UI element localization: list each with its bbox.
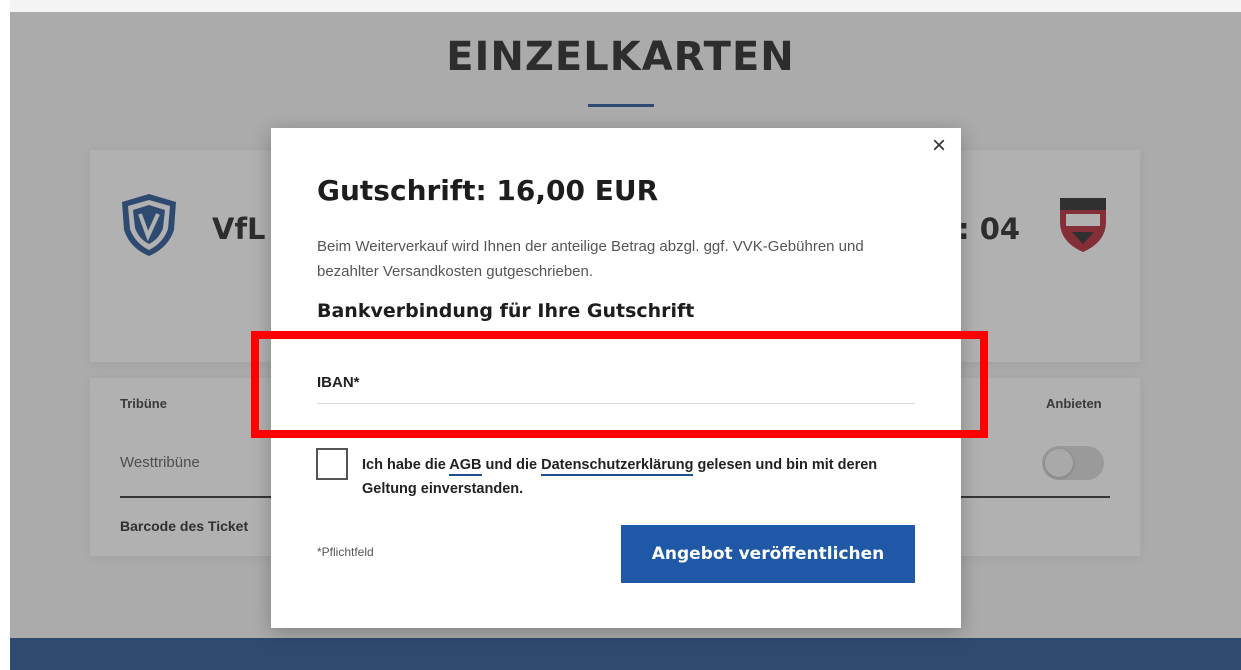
close-icon[interactable]: × (928, 132, 950, 160)
agb-link[interactable]: AGB (449, 457, 482, 476)
agree-text: Ich habe die AGB und die Datenschutzerkl… (362, 453, 922, 501)
iban-label: IBAN* (317, 374, 360, 391)
publish-offer-button[interactable]: Angebot veröffentlichen (621, 525, 915, 583)
agree-text-part-1: Ich habe die (362, 457, 450, 473)
modal-title: Gutschrift: 16,00 EUR (317, 174, 659, 207)
left-edge (0, 0, 10, 670)
required-field-note: *Pflichtfeld (317, 545, 374, 559)
modal-description: Beim Weiterverkauf wird Ihnen der anteil… (317, 238, 864, 280)
privacy-link[interactable]: Datenschutzerklärung (541, 457, 694, 476)
bank-details-heading: Bankverbindung für Ihre Gutschrift (317, 300, 695, 322)
agree-checkbox[interactable] (316, 448, 348, 480)
agree-text-part-2: und die (481, 457, 542, 473)
iban-input[interactable] (317, 368, 915, 404)
